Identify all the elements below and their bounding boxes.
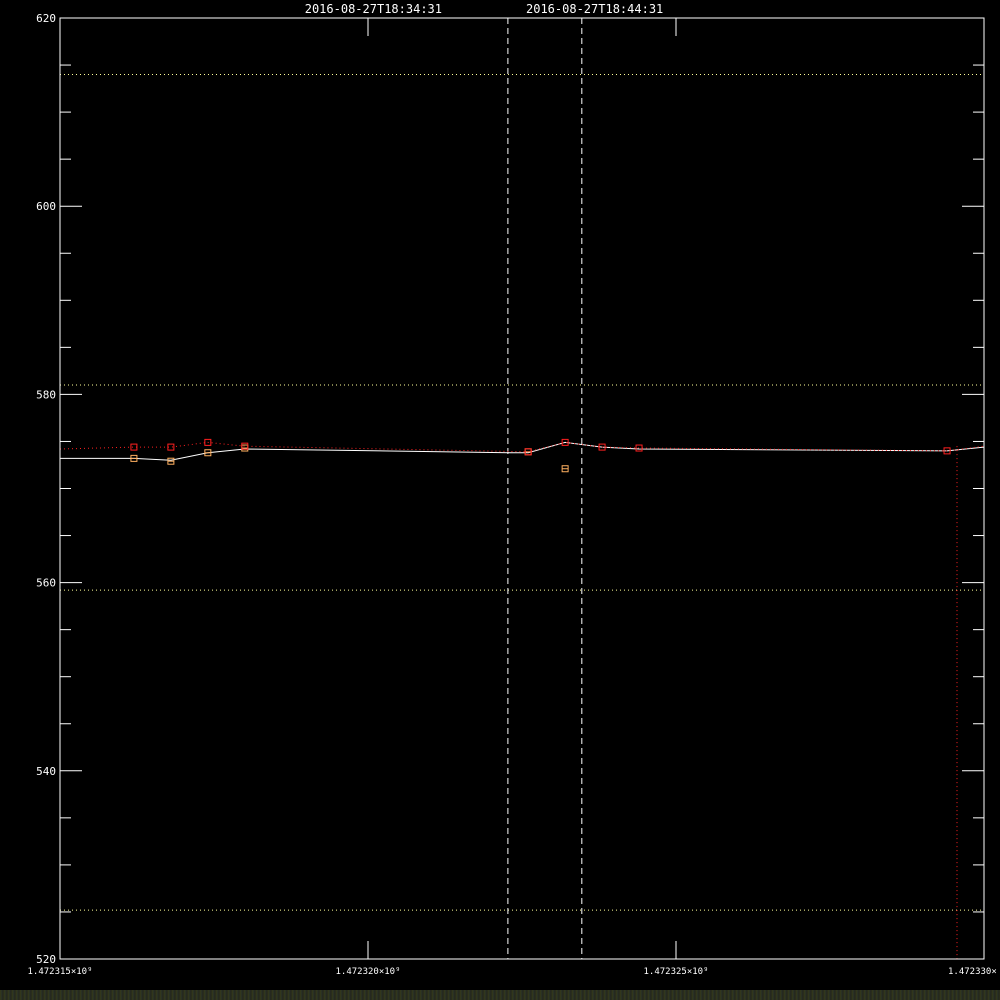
y-tick-label-2: 560 <box>36 577 56 590</box>
title-start-time: 2016-08-27T18:34:31 <box>305 2 442 16</box>
y-tick-label-3: 580 <box>36 388 56 401</box>
y-tick-label-4: 600 <box>36 200 56 213</box>
x-tick-label-2: 1.472325×10⁹ <box>643 967 708 977</box>
noise-strip <box>0 990 1000 1000</box>
chart-background <box>0 0 1000 1000</box>
y-tick-label-1: 540 <box>36 765 56 778</box>
chart-svg: 520 540 560 580 600 620 1.472315×10⁹ 1.472320×1… <box>0 0 1000 1000</box>
title-end-time: 2016-08-27T18:44:31 <box>526 2 663 16</box>
x-tick-label-0: 1.472315×10⁹ <box>27 967 92 977</box>
x-tick-label-3: 1.472330× <box>948 967 997 977</box>
y-tick-label-5: 620 <box>36 12 56 25</box>
x-tick-label-1: 1.472320×10⁹ <box>335 967 400 977</box>
y-tick-label-0: 520 <box>36 953 56 966</box>
